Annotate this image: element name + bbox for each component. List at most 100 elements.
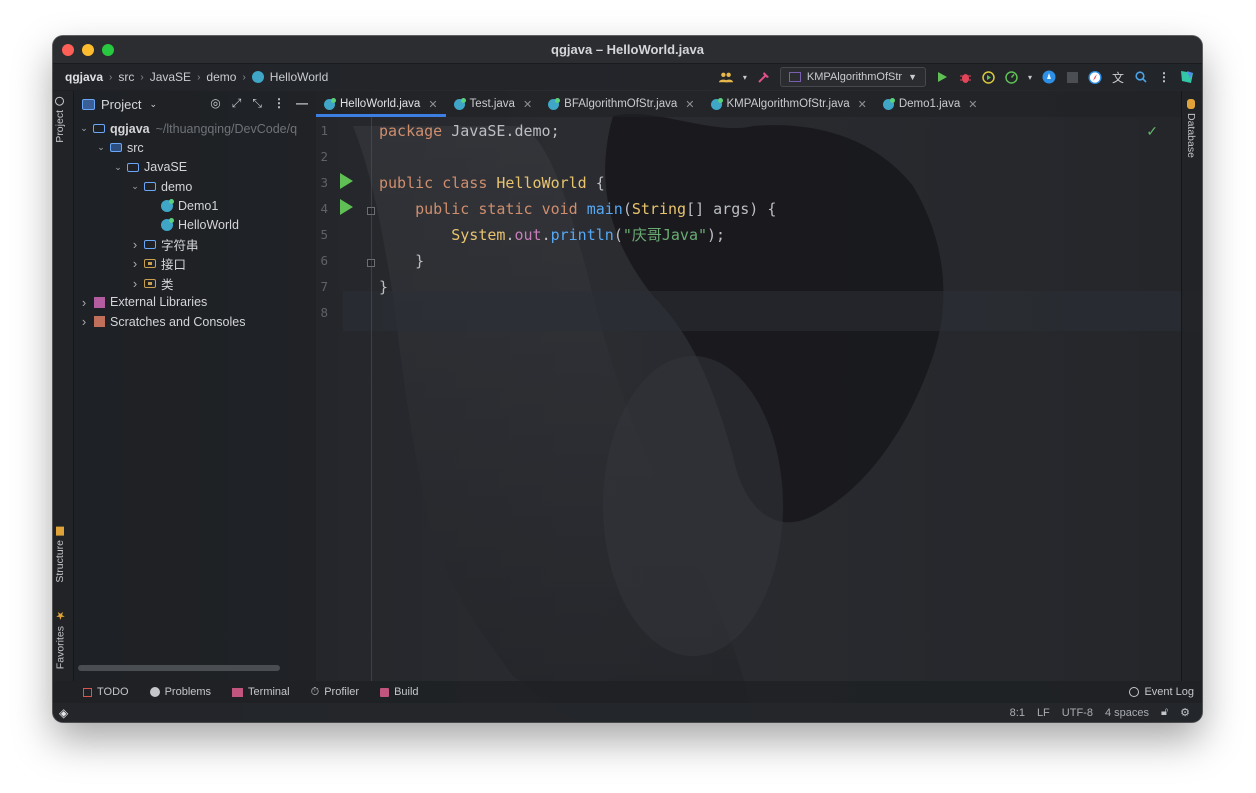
- code-line-6: }: [415, 252, 425, 270]
- tool-tab-structure[interactable]: Structure: [54, 527, 66, 583]
- debug-icon[interactable]: [958, 70, 972, 84]
- tree-item-label: 接口: [161, 258, 187, 273]
- editor-tab[interactable]: Test.java ✕: [446, 91, 541, 117]
- plugin-icon[interactable]: [1042, 70, 1056, 84]
- chevron-right-icon[interactable]: ›: [129, 256, 141, 271]
- chevron-down-icon[interactable]: ⌄: [78, 123, 90, 134]
- close-tab-icon[interactable]: ✕: [858, 98, 867, 111]
- package-icon: [143, 258, 157, 270]
- hide-panel-icon[interactable]: —: [296, 96, 308, 111]
- file-encoding[interactable]: UTF-8: [1062, 707, 1093, 719]
- project-tree: ⌄ qgjava ~/lthuangqing/DevCode/q ⌄ src ⌄ JavaS…: [74, 117, 316, 331]
- line-number: 2: [320, 149, 328, 164]
- close-tab-icon[interactable]: ✕: [523, 98, 532, 111]
- editor-tab[interactable]: Demo1.java ✕: [875, 91, 986, 117]
- line-separator[interactable]: LF: [1037, 707, 1050, 719]
- run-icon[interactable]: [935, 70, 949, 84]
- tree-item[interactable]: › Scratches and Consoles: [74, 312, 316, 331]
- chevron-down-icon[interactable]: ⌄: [95, 142, 107, 153]
- close-window-button[interactable]: [62, 44, 74, 56]
- breadcrumb-item-project[interactable]: qgjava: [65, 70, 103, 84]
- jetbrains-icon[interactable]: [1180, 70, 1194, 84]
- chevron-right-icon[interactable]: ›: [78, 295, 90, 310]
- tree-item-label: 类: [161, 277, 174, 292]
- tool-tab-terminal[interactable]: Terminal: [232, 686, 290, 698]
- chevron-down-icon[interactable]: ⌄: [129, 181, 141, 192]
- layers-icon[interactable]: ◈: [59, 706, 68, 720]
- close-tab-icon[interactable]: ✕: [685, 98, 694, 111]
- editor-tab[interactable]: KMPAlgorithmOfStr.java ✕: [703, 91, 875, 117]
- project-panel-tools: ◎ ⤢ ⤡ ⋮ —: [210, 96, 308, 111]
- tree-item[interactable]: › 类: [74, 273, 316, 292]
- run-class-icon[interactable]: [340, 173, 353, 189]
- editor-tab[interactable]: BFAlgorithmOfStr.java ✕: [540, 91, 702, 117]
- breadcrumb-item-helloworld[interactable]: HelloWorld: [270, 70, 328, 84]
- run-main-icon[interactable]: [340, 199, 353, 215]
- checkmark-icon[interactable]: ✓: [1146, 123, 1158, 140]
- chevron-down-icon[interactable]: ⌄: [149, 99, 157, 110]
- stop-icon[interactable]: [1065, 70, 1079, 84]
- chevron-down-icon[interactable]: ⌄: [112, 162, 124, 173]
- java-class-icon: [453, 97, 466, 110]
- java-class-icon: [160, 198, 174, 212]
- window-title: qgjava – HelloWorld.java: [551, 42, 704, 57]
- tree-item[interactable]: HelloWorld: [74, 215, 316, 234]
- tool-tab-event-log[interactable]: Event Log: [1129, 686, 1194, 698]
- breadcrumb-item-javase[interactable]: JavaSE: [150, 70, 191, 84]
- locate-icon[interactable]: ◎: [210, 96, 220, 111]
- chevron-right-icon[interactable]: ›: [78, 314, 90, 329]
- safari-icon[interactable]: [1088, 70, 1102, 84]
- tool-tab-profiler[interactable]: ⏱ Profiler: [311, 686, 359, 699]
- tool-tab-build[interactable]: Build: [380, 686, 419, 698]
- tree-item[interactable]: ⌄ demo: [74, 177, 316, 196]
- translate-icon[interactable]: 文: [1111, 70, 1125, 85]
- breadcrumb-item-src[interactable]: src: [118, 70, 134, 84]
- tree-item[interactable]: › 接口: [74, 254, 316, 273]
- tool-tab-todo[interactable]: TODO: [83, 686, 129, 698]
- expand-all-icon[interactable]: ⤢: [232, 96, 242, 111]
- tree-item-label: qgjava: [110, 121, 150, 136]
- search-icon[interactable]: [1134, 70, 1148, 84]
- code-line-5: System.out.println("庆哥Java");: [451, 226, 726, 244]
- minimize-window-button[interactable]: [82, 44, 94, 56]
- close-tab-icon[interactable]: ✕: [968, 98, 977, 111]
- dropdown-icon[interactable]: ▾: [742, 70, 748, 84]
- tree-item[interactable]: ⌄ JavaSE: [74, 158, 316, 177]
- todo-icon: [83, 687, 92, 697]
- caret-position[interactable]: 8:1: [1010, 707, 1025, 719]
- users-icon[interactable]: [718, 70, 733, 84]
- lock-icon[interactable]: 🔓︎: [1161, 706, 1168, 719]
- horizontal-scrollbar[interactable]: [78, 665, 280, 671]
- tree-item[interactable]: ⌄ src: [74, 138, 316, 157]
- coverage-icon[interactable]: [981, 70, 995, 84]
- code-editor[interactable]: 1 2 3 4 5 6 7 8 package JavaSE.demo; pub…: [316, 117, 1182, 681]
- breadcrumb-item-demo[interactable]: demo: [206, 70, 236, 84]
- tool-tab-problems[interactable]: Problems: [149, 686, 211, 698]
- tree-item[interactable]: Demo1: [74, 196, 316, 215]
- tree-item-label: JavaSE: [144, 160, 188, 175]
- collapse-all-icon[interactable]: ⤡: [252, 96, 262, 111]
- tool-tab-build-label: Build: [394, 686, 419, 698]
- editor-tab-label: Test.java: [469, 98, 515, 110]
- dropdown-icon[interactable]: ▾: [1027, 70, 1033, 84]
- run-configuration-select[interactable]: KMPAlgorithmOfStr ▼: [779, 67, 926, 87]
- maximize-window-button[interactable]: [102, 44, 114, 56]
- tool-tab-project[interactable]: Project: [54, 97, 66, 143]
- options-icon[interactable]: ⋮: [273, 96, 285, 111]
- indent-setting[interactable]: 4 spaces: [1105, 707, 1149, 719]
- close-tab-icon[interactable]: ✕: [428, 98, 437, 111]
- tool-tab-database[interactable]: Database: [1185, 99, 1197, 158]
- hammer-icon[interactable]: [757, 70, 771, 84]
- chevron-right-icon[interactable]: ›: [129, 237, 141, 252]
- editor-tab[interactable]: HelloWorld.java ✕: [316, 91, 446, 117]
- bottom-tool-bar: TODO Problems Terminal ⏱ Profiler Build …: [53, 681, 1202, 703]
- tree-item[interactable]: › 字符串: [74, 235, 316, 254]
- tool-tab-favorites[interactable]: Favorites ★: [54, 609, 68, 669]
- inspection-icon[interactable]: ⚙: [1180, 706, 1190, 719]
- chevron-right-icon[interactable]: ›: [129, 276, 141, 291]
- more-icon[interactable]: ⋮: [1157, 70, 1171, 84]
- profile-icon[interactable]: [1004, 70, 1018, 84]
- tree-item[interactable]: ⌄ qgjava ~/lthuangqing/DevCode/q: [74, 119, 316, 138]
- tree-item[interactable]: › External Libraries: [74, 293, 316, 312]
- project-panel-title[interactable]: Project: [101, 97, 141, 112]
